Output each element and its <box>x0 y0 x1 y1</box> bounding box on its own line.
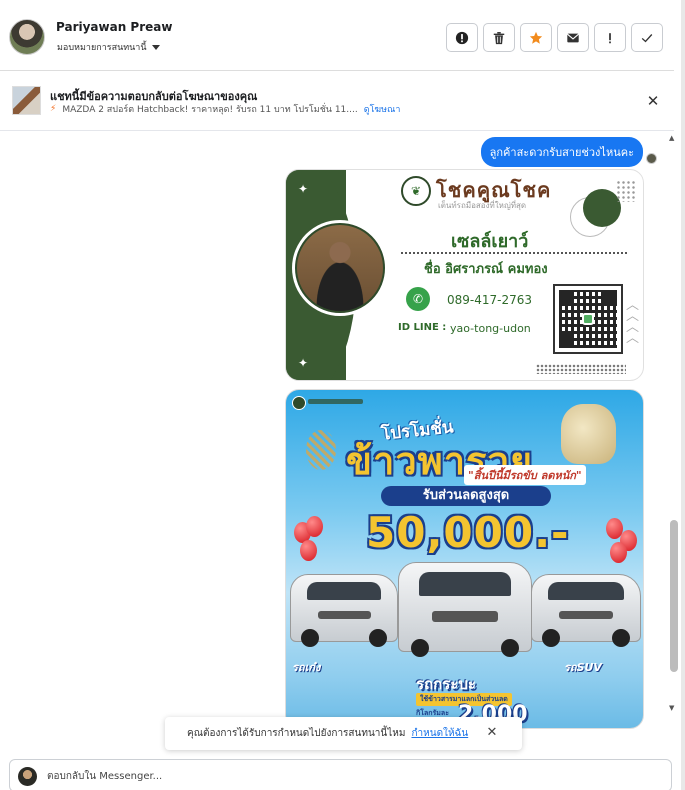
view-ad-link[interactable]: ดูโฆษณา <box>364 102 401 116</box>
sales-title: เซลล์เยาว์ <box>451 231 529 252</box>
check-icon <box>641 33 653 42</box>
reply-composer <box>9 759 672 790</box>
brand-banner <box>308 399 363 404</box>
sedan-label: รถเก๋ง <box>292 661 321 674</box>
ad-summary: ⚡ MAZDA 2 สปอร์ต Hatchback! ราคาหลุด! รั… <box>50 102 400 116</box>
promo-poster-image[interactable]: โปรโมชั่น ข้าวพารวย "สิ้นปีนี้มีรถขับ ลด… <box>285 389 644 729</box>
sales-phone: 089-417-2763 <box>447 293 533 307</box>
sales-card-image[interactable]: ✦ ✦ ❦ โชคคูณโชค เต็นท์รถมือสองที่ใหญ่ที่… <box>285 169 644 381</box>
conversation-header: Pariyawan Preaw มอบหมายการสนทนานี้ <box>0 4 674 71</box>
page-avatar <box>18 767 37 786</box>
suv-label: รถSUV <box>564 661 602 674</box>
outgoing-message[interactable]: ลูกค้าสะดวกรับสายช่วงไหนคะ <box>480 137 643 167</box>
bolt-icon: ⚡ <box>50 104 57 114</box>
close-icon[interactable]: ✕ <box>645 93 661 109</box>
page-scrollbar[interactable] <box>681 0 685 790</box>
star-icon <box>529 31 543 44</box>
line-id-value: yao-tong-udon <box>450 322 531 335</box>
assign-prompt: คุณต้องการได้รับการกำหนดไปยังการสนทนานี้… <box>187 728 406 739</box>
brand-logo <box>292 396 306 410</box>
read-receipt-avatar <box>646 153 657 164</box>
discount-label: รับส่วนลดสูงสุด <box>381 486 551 506</box>
assign-label: มอบหมายการสนทนานี้ <box>57 43 147 53</box>
sedan-graphic <box>290 574 398 647</box>
card-brand-sub: เต็นท์รถมือสองที่ใหญ่ที่สุด <box>438 201 527 210</box>
follow-up-button[interactable] <box>594 23 626 52</box>
inbox-conversation: Pariyawan Preaw มอบหมายการสนทนานี้ แชทนี… <box>0 0 685 790</box>
ad-context-bar: แชทนี้มีข้อความตอบกลับต่อโฆษณาของคุณ ⚡ M… <box>0 71 674 131</box>
brand-logo: ❦ <box>401 176 431 206</box>
envelope-icon <box>566 33 580 42</box>
close-icon[interactable]: ✕ <box>485 726 499 740</box>
reply-input[interactable] <box>47 766 647 786</box>
contact-name[interactable]: Pariyawan Preaw <box>56 20 172 34</box>
mark-done-button[interactable] <box>631 23 663 52</box>
mark-unread-button[interactable] <box>557 23 589 52</box>
decor-dots <box>616 180 636 202</box>
caret-down-icon <box>151 44 160 50</box>
conversation-toolbar <box>446 23 663 52</box>
chevron-up-icon: ︿ ︿ ︿ ︿ <box>626 298 640 346</box>
ad-text: MAZDA 2 สปอร์ต Hatchback! ราคาหลุด! รับร… <box>62 105 358 115</box>
assign-to-me-link[interactable]: กำหนดให้ฉัน <box>411 726 468 741</box>
scrollbar-thumb[interactable] <box>670 520 678 672</box>
qr-code <box>553 284 623 354</box>
delete-button[interactable] <box>483 23 515 52</box>
phone-icon: ✆ <box>406 287 430 311</box>
scroll-down-arrow-icon[interactable]: ▼ <box>669 704 674 712</box>
sparkle-icon: ✦ <box>298 356 309 370</box>
alert-circle-icon <box>455 31 469 44</box>
line-id-label: ID LINE : <box>398 322 447 333</box>
line-logo-icon <box>582 313 594 325</box>
suv-graphic <box>531 574 641 647</box>
sales-photo <box>292 220 388 316</box>
promo-tagline: "สิ้นปีนี้มีรถขับ ลดหนัก" <box>464 465 586 485</box>
discount-amount: 50,000.- <box>366 508 570 557</box>
assign-toast: คุณต้องการได้รับการกำหนดไปยังการสนทนานี้… <box>165 717 522 750</box>
sparkle-icon: ✦ <box>298 182 309 196</box>
rice-sack-graphic <box>561 404 616 464</box>
balloon-graphic <box>610 542 627 563</box>
spam-button[interactable] <box>446 23 478 52</box>
wheat-graphic <box>306 430 336 470</box>
trash-icon <box>493 31 505 44</box>
assign-dropdown[interactable]: มอบหมายการสนทนานี้ <box>57 40 160 54</box>
balloon-graphic <box>306 516 323 537</box>
card-divider <box>401 252 627 254</box>
scroll-up-arrow-icon[interactable]: ▲ <box>669 134 674 142</box>
sales-name: ชื่อ อิศราภรณ์ คมทอง <box>424 262 548 277</box>
ad-thumbnail[interactable] <box>12 86 41 115</box>
contact-avatar[interactable] <box>9 19 45 55</box>
message-thread[interactable]: ลูกค้าสะดวกรับสายช่วงไหนคะ ✦ ✦ ❦ โชคคูณโ… <box>0 132 674 752</box>
pickup-truck-graphic <box>398 562 532 657</box>
balloon-graphic <box>300 540 317 561</box>
decor-dots <box>536 364 626 374</box>
exclamation-icon <box>609 32 611 43</box>
star-button[interactable] <box>520 23 552 52</box>
